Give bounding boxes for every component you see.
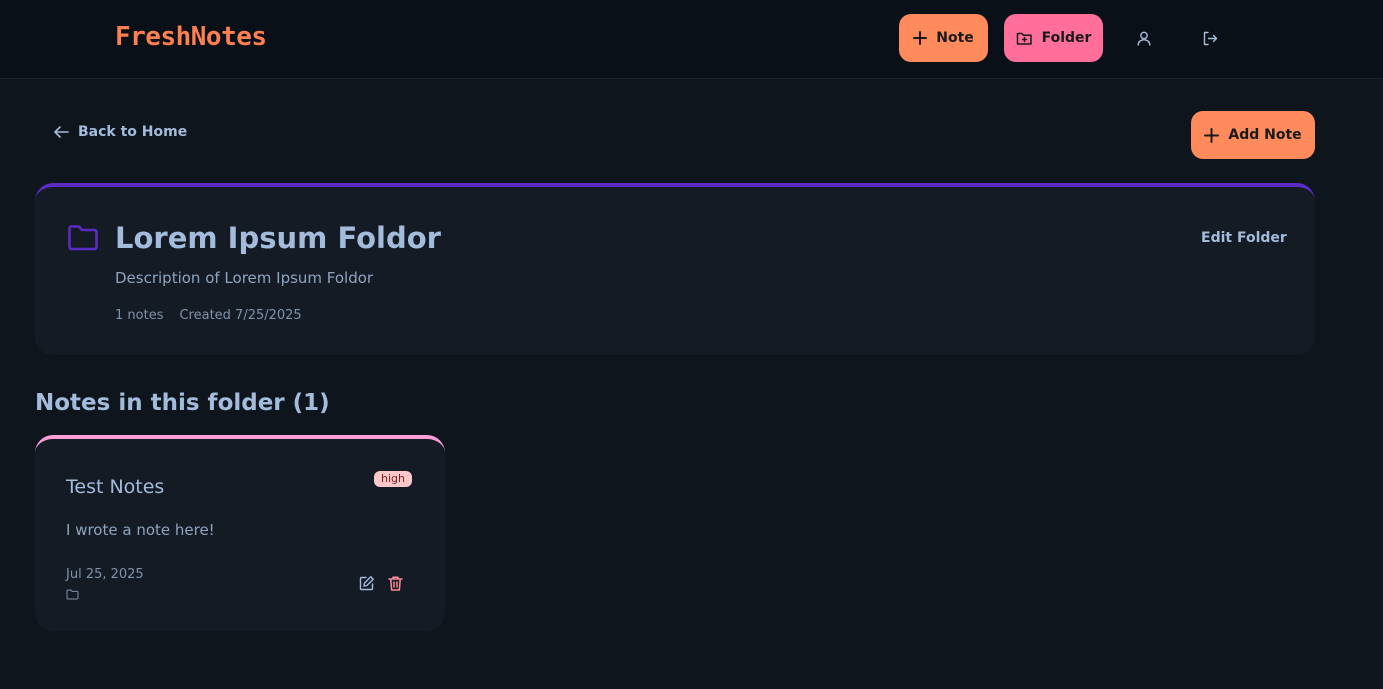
new-note-button[interactable]: Note xyxy=(899,14,988,62)
folder-plus-icon xyxy=(1016,32,1032,45)
plus-icon xyxy=(913,31,928,45)
note-title: Test Notes xyxy=(66,476,165,498)
folder-description: Description of Lorem Ipsum Foldor xyxy=(115,269,374,287)
folder-icon xyxy=(66,589,79,600)
folder-meta: 1 notes Created 7/25/2025 xyxy=(115,308,302,323)
edit-folder-button[interactable]: Edit Folder xyxy=(1201,230,1287,246)
logout-icon xyxy=(1203,31,1218,45)
folder-created-date: Created 7/25/2025 xyxy=(179,308,302,323)
folder-note-count: 1 notes xyxy=(115,308,164,323)
back-label: Back to Home xyxy=(78,124,188,140)
new-note-label: Note xyxy=(936,30,974,46)
folder-title: Lorem Ipsum Foldor xyxy=(115,221,441,255)
folder-icon xyxy=(68,225,98,251)
back-to-home-link[interactable]: Back to Home xyxy=(53,124,187,140)
folder-header-card: Lorem Ipsum Foldor Description of Lorem … xyxy=(35,183,1315,355)
edit-note-icon[interactable] xyxy=(358,575,375,592)
user-icon xyxy=(1137,31,1151,46)
top-navbar: FreshNotes Note Folder xyxy=(0,0,1383,79)
plus-icon xyxy=(1204,127,1220,143)
new-folder-label: Folder xyxy=(1041,30,1092,46)
add-note-label: Add Note xyxy=(1228,127,1302,143)
note-card[interactable]: Test Notes high I wrote a note here! Jul… xyxy=(35,435,445,631)
note-body: I wrote a note here! xyxy=(66,521,215,539)
delete-note-icon[interactable] xyxy=(387,575,404,592)
note-date: Jul 25, 2025 xyxy=(66,567,144,582)
app-logo[interactable]: FreshNotes xyxy=(115,22,267,52)
add-note-button[interactable]: Add Note xyxy=(1191,111,1315,159)
new-folder-button[interactable]: Folder xyxy=(1004,14,1103,62)
logout-button[interactable] xyxy=(1198,26,1222,50)
profile-button[interactable] xyxy=(1132,26,1156,50)
notes-section-title: Notes in this folder (1) xyxy=(35,390,330,416)
arrow-left-icon xyxy=(54,126,69,138)
priority-badge: high xyxy=(374,471,412,487)
